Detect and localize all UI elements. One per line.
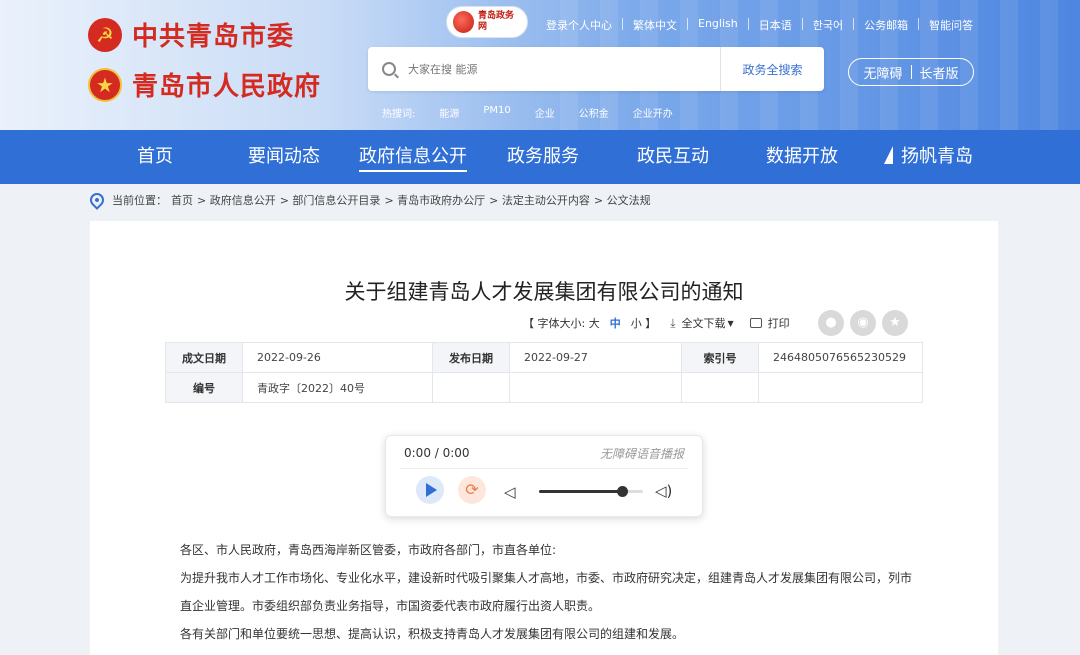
meta-index-value: 2464805076565230529 — [758, 342, 923, 373]
nav-home[interactable]: 首页 — [137, 130, 173, 184]
loop-icon[interactable]: ⟳ — [458, 476, 486, 504]
speaker-mute-icon[interactable]: ◁ — [504, 483, 516, 501]
meta-date-label: 成文日期 — [165, 342, 243, 373]
player-time: 0:00 / 0:00 — [404, 446, 470, 460]
site-badge[interactable]: 青岛政务网 — [446, 6, 528, 38]
national-emblem-icon: ★ — [88, 67, 122, 102]
divider — [910, 65, 912, 79]
gov-logo[interactable]: ★ 青岛市人民政府 — [88, 66, 321, 103]
top-link-korean[interactable]: 한국어 — [803, 17, 853, 33]
hot-word[interactable]: 企业 — [535, 105, 555, 120]
breadcrumb-item[interactable]: > 青岛市政府办公厅 — [384, 192, 485, 208]
download-button[interactable]: 全文下载 — [682, 315, 726, 331]
party-logo[interactable]: ☭ 中共青岛市委 — [88, 16, 294, 53]
meta-empty-cell — [758, 372, 923, 403]
search-box: 政务全搜索 — [368, 47, 824, 91]
speaker-volume-icon[interactable]: ◁) — [655, 482, 672, 500]
meta-index-label: 索引号 — [681, 342, 759, 373]
print-icon — [749, 318, 762, 328]
nav-open-data[interactable]: 数据开放 — [766, 130, 838, 184]
meta-date-value: 2022-09-26 — [242, 342, 433, 373]
play-button[interactable] — [416, 476, 444, 504]
article-paragraph: 为提升我市人才工作市场化、专业化水平，建设新时代吸引聚集人才高地，市委、市政府研… — [180, 571, 913, 613]
weibo-share-icon[interactable]: ◉ — [850, 310, 876, 336]
breadcrumb-item[interactable]: > 政府信息公开 — [197, 192, 276, 208]
download-icon: ⤓ — [670, 315, 676, 330]
nav-news[interactable]: 要闻动态 — [248, 130, 320, 184]
audio-player: 0:00 / 0:00 无障碍语音播报 ⟳ ◁ ◁) — [385, 435, 703, 517]
hot-word[interactable]: PM10 — [483, 105, 510, 120]
article-title: 关于组建青岛人才发展集团有限公司的通知 — [344, 280, 744, 304]
top-link-traditional[interactable]: 繁体中文 — [623, 17, 687, 33]
hot-word[interactable]: 公积金 — [579, 105, 609, 120]
nav-qingdao-label: 扬帆青岛 — [901, 146, 973, 167]
wechat-share-icon[interactable]: ● — [818, 310, 844, 336]
location-pin-icon — [87, 190, 107, 210]
party-name: 中共青岛市委 — [132, 22, 295, 52]
nav-services[interactable]: 政务服务 — [507, 130, 579, 184]
breadcrumb-item[interactable]: 首页 — [171, 192, 193, 208]
article-card: 关于组建青岛人才发展集团有限公司的通知 【 字体大小: 大 中 小 】 ⤓ 全文… — [90, 221, 998, 655]
top-link-japanese[interactable]: 日本语 — [749, 17, 802, 33]
globe-icon — [453, 11, 475, 33]
nav-qingdao[interactable]: 扬帆青岛 — [884, 130, 973, 184]
hot-word[interactable]: 企业开办 — [633, 105, 673, 120]
gov-name: 青岛市人民政府 — [132, 72, 322, 102]
hot-words-label: 热搜词: — [382, 109, 416, 120]
article-paragraph: 各区、市人民政府，青岛西海岸新区管委，市政府各部门，市直各单位: — [180, 543, 557, 557]
player-label: 无障碍语音播报 — [599, 447, 684, 461]
top-link-qa[interactable]: 智能问答 — [919, 17, 983, 33]
main-nav: 首页 要闻动态 政府信息公开 政务服务 政民互动 数据开放 扬帆青岛 — [0, 130, 1080, 184]
access-buttons: 无障碍 长者版 — [848, 58, 974, 86]
top-link-mail[interactable]: 公务邮箱 — [854, 17, 918, 33]
breadcrumb-item[interactable]: > 法定主动公开内容 — [489, 192, 590, 208]
divider — [400, 468, 688, 469]
article-body: 各区、市人民政府，青岛西海岸新区管委，市政府各部门，市直各单位: 为提升我市人才… — [180, 536, 920, 648]
nav-gov-info[interactable]: 政府信息公开 — [359, 130, 467, 184]
article-meta-table: 成文日期 2022-09-26 发布日期 2022-09-27 索引号 2464… — [165, 342, 923, 403]
meta-number-label: 编号 — [165, 372, 243, 403]
font-size-small[interactable]: 小 】 — [631, 315, 657, 331]
site-badge-label: 青岛政务网 — [478, 11, 515, 32]
meta-empty-cell — [509, 372, 682, 403]
volume-slider-fill — [539, 490, 623, 493]
meta-publish-value: 2022-09-27 — [509, 342, 682, 373]
breadcrumb: 当前位置： 首页 > 政府信息公开 > 部门信息公开目录 > 青岛市政府办公厅 … — [87, 190, 655, 210]
breadcrumb-item[interactable]: > 部门信息公开目录 — [280, 192, 381, 208]
breadcrumb-label: 当前位置： — [112, 194, 167, 207]
accessible-mode-button[interactable]: 无障碍 — [863, 63, 902, 82]
top-link-login[interactable]: 登录个人中心 — [536, 17, 622, 33]
meta-publish-label: 发布日期 — [432, 342, 510, 373]
volume-slider-knob[interactable] — [617, 486, 629, 497]
article-paragraph: 各有关部门和单位要统一思想、提高认识，积极支持青岛人才发展集团有限公司的组建和发… — [180, 627, 685, 641]
font-size-medium[interactable]: 中 — [610, 315, 621, 331]
site-header: ☭ 中共青岛市委 ★ 青岛市人民政府 青岛政务网 登录个人中心 繁体中文 Eng… — [0, 0, 1080, 130]
article-tools: 【 字体大小: 大 中 小 】 ⤓ 全文下载 ▼ 打印 — [523, 315, 790, 331]
font-size-large[interactable]: 【 字体大小: 大 — [523, 315, 600, 331]
print-button[interactable]: 打印 — [768, 315, 790, 331]
elderly-mode-button[interactable]: 长者版 — [920, 63, 959, 82]
meta-number-value: 青政字〔2022〕40号 — [242, 372, 433, 403]
party-emblem-icon: ☭ — [88, 17, 122, 52]
search-button[interactable]: 政务全搜索 — [720, 47, 824, 91]
hot-word[interactable]: 能源 — [439, 105, 459, 120]
volume-slider[interactable] — [539, 486, 643, 497]
chevron-down-icon: ▼ — [727, 318, 734, 328]
nav-interaction[interactable]: 政民互动 — [637, 130, 709, 184]
meta-empty-cell — [681, 372, 759, 403]
meta-empty-cell — [432, 372, 510, 403]
top-links: 登录个人中心 繁体中文 English 日本语 한국어 公务邮箱 智能问答 — [536, 17, 983, 33]
search-icon — [382, 62, 396, 76]
search-input[interactable] — [408, 62, 718, 76]
hot-words: 热搜词: 能源 PM10 企业 公积金 企业开办 — [382, 105, 697, 120]
favorite-star-icon[interactable]: ★ — [882, 310, 908, 336]
breadcrumb-item[interactable]: > 公文法规 — [594, 192, 651, 208]
top-link-english[interactable]: English — [688, 17, 748, 33]
sail-icon — [884, 146, 893, 164]
